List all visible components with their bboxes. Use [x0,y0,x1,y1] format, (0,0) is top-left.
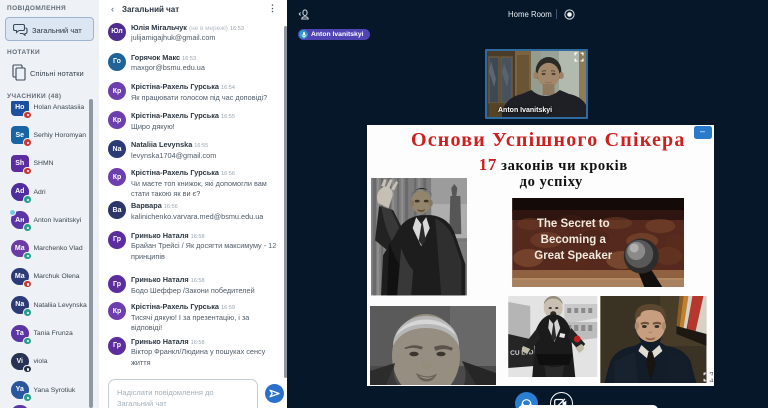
svg-text:The Secret to: The Secret to [536,218,609,230]
svg-text:Becoming a: Becoming a [540,234,606,246]
svg-text:Great Speaker: Great Speaker [534,250,613,262]
